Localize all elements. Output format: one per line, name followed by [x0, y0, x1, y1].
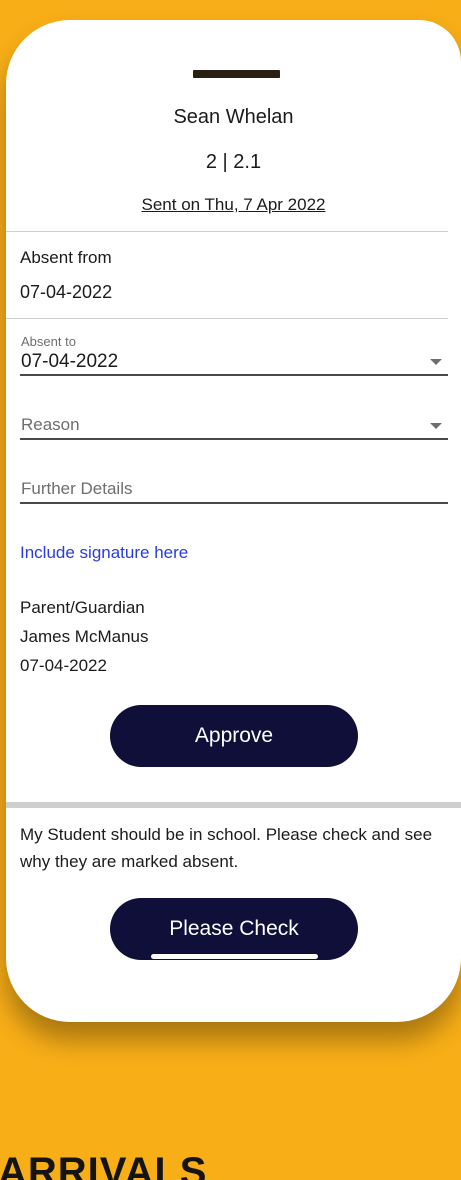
further-details-input[interactable]: Further Details	[20, 474, 448, 504]
absent-to-value: 07-04-2022	[21, 351, 119, 372]
approve-button[interactable]: Approve	[110, 705, 358, 767]
guardian-heading: Parent/Guardian	[20, 598, 145, 617]
include-signature-link[interactable]: Include signature here	[20, 543, 188, 563]
guardian-name: James McManus	[20, 627, 149, 646]
sent-date: Sent on Thu, 7 Apr 2022	[141, 195, 326, 214]
class-label: 2 | 2.1	[205, 151, 262, 173]
reason-underline	[20, 438, 448, 440]
further-details-underline	[20, 502, 448, 504]
further-details-placeholder: Further Details	[21, 479, 133, 498]
absent-from-label: Absent from	[20, 248, 112, 267]
absent-to-label: Absent to	[21, 334, 76, 349]
arrivals-banner: ARRIVALS	[0, 1150, 208, 1180]
section-separator	[6, 802, 461, 808]
header-divider	[6, 231, 448, 232]
sheet-grab-handle[interactable]	[193, 70, 280, 78]
please-check-button[interactable]: Please Check	[110, 898, 358, 960]
absent-to-dropdown-icon[interactable]	[430, 359, 442, 365]
reason-select[interactable]: Reason	[20, 410, 448, 440]
screen: Sean Whelan 2 | 2.1 Sent on Thu, 7 Apr 2…	[0, 0, 461, 1180]
absent-to-underline	[20, 374, 448, 376]
reason-dropdown-icon[interactable]	[430, 423, 442, 429]
absent-from-value: 07-04-2022	[20, 282, 113, 302]
reason-placeholder: Reason	[21, 415, 80, 434]
home-indicator	[151, 954, 318, 959]
message-text: My Student should be in school. Please c…	[20, 825, 433, 871]
absent-to-field[interactable]: Absent to 07-04-2022	[20, 332, 448, 376]
guardian-date: 07-04-2022	[20, 656, 107, 675]
student-name: Sean Whelan	[173, 106, 294, 128]
absent-from-divider	[6, 318, 448, 319]
absence-sheet: Sean Whelan 2 | 2.1 Sent on Thu, 7 Apr 2…	[6, 20, 461, 1022]
